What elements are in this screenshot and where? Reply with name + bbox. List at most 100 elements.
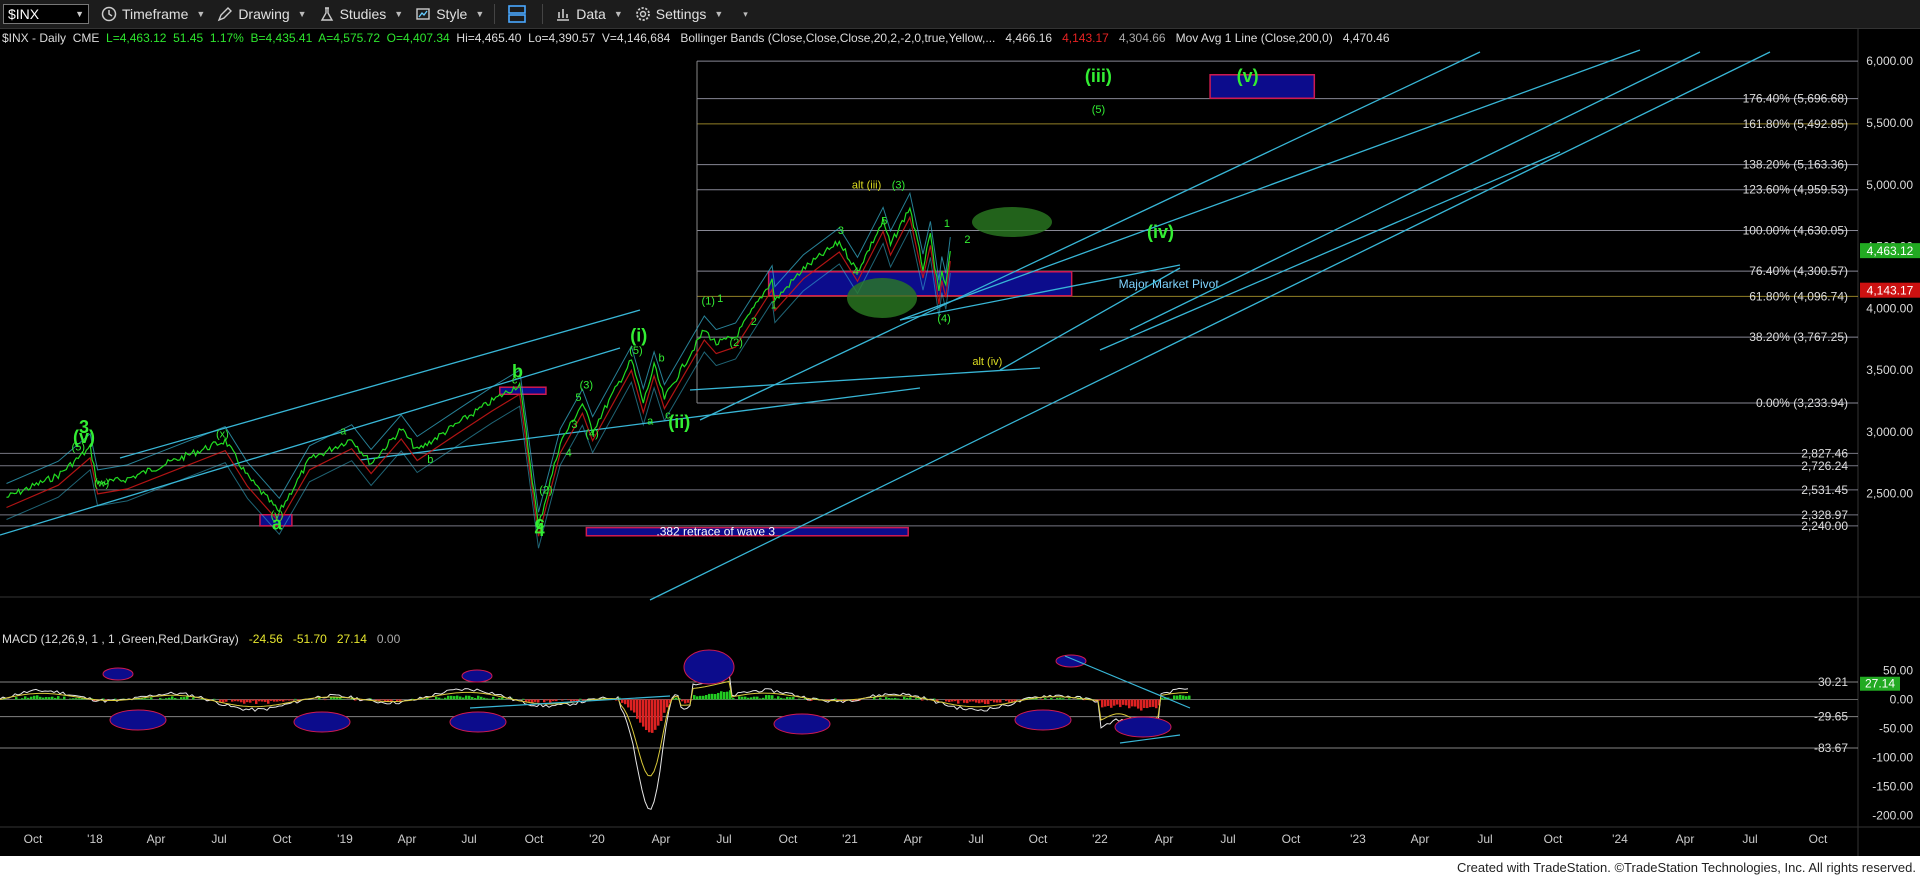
macd-histogram-bar [246, 699, 249, 703]
x-axis-label: Apr [398, 832, 417, 846]
style-label: Style [436, 6, 468, 22]
macd-histogram-bar [42, 697, 45, 700]
macd-ellipse [461, 669, 493, 683]
symbol-text: $INX [8, 6, 40, 22]
macd-histogram-bar [768, 695, 771, 700]
macd-histogram-bar [1161, 697, 1164, 700]
moving-average-line [6, 215, 951, 537]
macd-histogram-bar [1107, 699, 1110, 706]
wave-label: 5 [575, 392, 581, 404]
price-axis-label: 5,500.00 [1866, 116, 1913, 130]
channel-line [689, 367, 1041, 391]
symbol-dropdown-icon[interactable]: ▼ [75, 9, 84, 19]
macd-axis-label: -150.00 [1872, 779, 1913, 793]
x-axis-label: Oct [779, 832, 798, 846]
x-axis-label: '23 [1350, 832, 1366, 846]
level-label: 38.20% (3,767.25) [1749, 330, 1848, 344]
macd-histogram-bar [774, 698, 777, 700]
macd-histogram-bar [786, 696, 789, 700]
macd-histogram-bar [696, 696, 699, 700]
macd-histogram-bar [792, 697, 795, 700]
x-axis-label: Oct [273, 832, 292, 846]
flask-icon [320, 7, 333, 21]
layout-icon [508, 5, 527, 23]
macd-histogram-bar [18, 698, 21, 700]
macd-histogram-bar [726, 691, 729, 700]
macd-histogram-bar [1059, 697, 1062, 700]
timeframe-button[interactable]: Timeframe ▼ [101, 6, 205, 22]
settings-button[interactable]: Settings ▼ [635, 6, 723, 22]
macd-histogram-bar [1179, 694, 1182, 700]
x-axis-label: Apr [652, 832, 671, 846]
macd-histogram-bar [255, 699, 258, 704]
chart-canvas[interactable]: .382 retrace of wave 3 Major Market Pivot… [0, 28, 1920, 856]
wave-label: 3 [571, 419, 577, 431]
x-axis-label: Oct [525, 832, 544, 846]
macd-histogram-bar [717, 692, 720, 700]
macd-ellipse [1055, 654, 1087, 668]
data-dropdown-icon: ▼ [613, 9, 623, 19]
price-axis-label: 6,000.00 [1866, 54, 1913, 68]
studies-button[interactable]: Studies ▼ [319, 6, 403, 22]
level-label: 61.80% (4,096.74) [1749, 289, 1848, 303]
x-axis-label: '21 [842, 832, 858, 846]
macd-histogram-bar [1131, 699, 1134, 707]
macd-histogram-bar [1140, 699, 1143, 711]
more-dropdown-icon: ▾ [743, 8, 748, 19]
macd-histogram-bar [891, 698, 894, 700]
macd-histogram-bar [543, 699, 546, 703]
macd-histogram-bar [462, 697, 465, 700]
box-label: .382 retrace of wave 3 [656, 525, 775, 539]
macd-histogram-bar [486, 698, 489, 700]
macd-histogram-bar [693, 695, 696, 700]
macd-histogram-bar [45, 697, 48, 700]
x-axis-label: Jul [716, 832, 731, 846]
wave-label: (iii) [1085, 66, 1112, 86]
x-axis-label: Jul [461, 832, 476, 846]
macd-histogram-bar [270, 699, 273, 701]
macd-histogram-bar [279, 699, 282, 702]
x-axis-label: Oct [1544, 832, 1563, 846]
macd-histogram-bar [24, 696, 27, 700]
macd-histogram-bar [627, 699, 630, 708]
macd-ellipse [102, 667, 134, 681]
wave-label: 1 [944, 218, 950, 230]
macd-histogram-bar [741, 696, 744, 700]
more-button[interactable]: ▾ [735, 9, 748, 20]
style-dropdown-icon: ▼ [475, 9, 485, 19]
macd-histogram-bar [183, 697, 186, 700]
data-button[interactable]: Data ▼ [555, 6, 623, 22]
x-axis-label: Jul [1742, 832, 1757, 846]
macd-histogram-bar [732, 697, 735, 700]
style-button[interactable]: Style ▼ [415, 6, 484, 22]
macd-histogram-bar [996, 699, 999, 703]
style-icon [416, 8, 430, 20]
macd-ellipse [683, 649, 735, 685]
macd-histogram-bar [666, 699, 669, 708]
layout-button[interactable] [507, 4, 532, 24]
macd-axis-label: -50.00 [1879, 721, 1913, 735]
level-label: 2,726.24 [1801, 459, 1848, 473]
settings-label: Settings [655, 6, 707, 22]
macd-histogram-bar [51, 696, 54, 700]
macd-histogram-bar [1152, 699, 1155, 707]
macd-histogram-bar [69, 698, 72, 700]
wave-label: 1 [717, 293, 723, 305]
bollinger-upper-line [6, 191, 951, 513]
macd-histogram-bar [231, 699, 234, 702]
macd-histogram-bar [1056, 698, 1059, 700]
symbol-input[interactable]: $INX ▼ [3, 4, 89, 24]
macd-histogram-bar [753, 696, 756, 700]
macd-histogram-bar [288, 699, 291, 701]
macd-histogram-bar [1068, 698, 1071, 700]
macd-histogram-bar [639, 699, 642, 723]
wave-label: 1 [771, 299, 777, 311]
macd-axis-label: -200.00 [1872, 808, 1913, 822]
macd-histogram-bar [222, 699, 225, 703]
wave-label: (iv) [1147, 222, 1174, 242]
macd-histogram-bar [258, 699, 261, 702]
macd-ellipse [1014, 709, 1072, 731]
drawing-button[interactable]: Drawing ▼ [217, 6, 307, 22]
macd-histogram-bar [909, 697, 912, 700]
macd-histogram-bar [264, 699, 267, 702]
